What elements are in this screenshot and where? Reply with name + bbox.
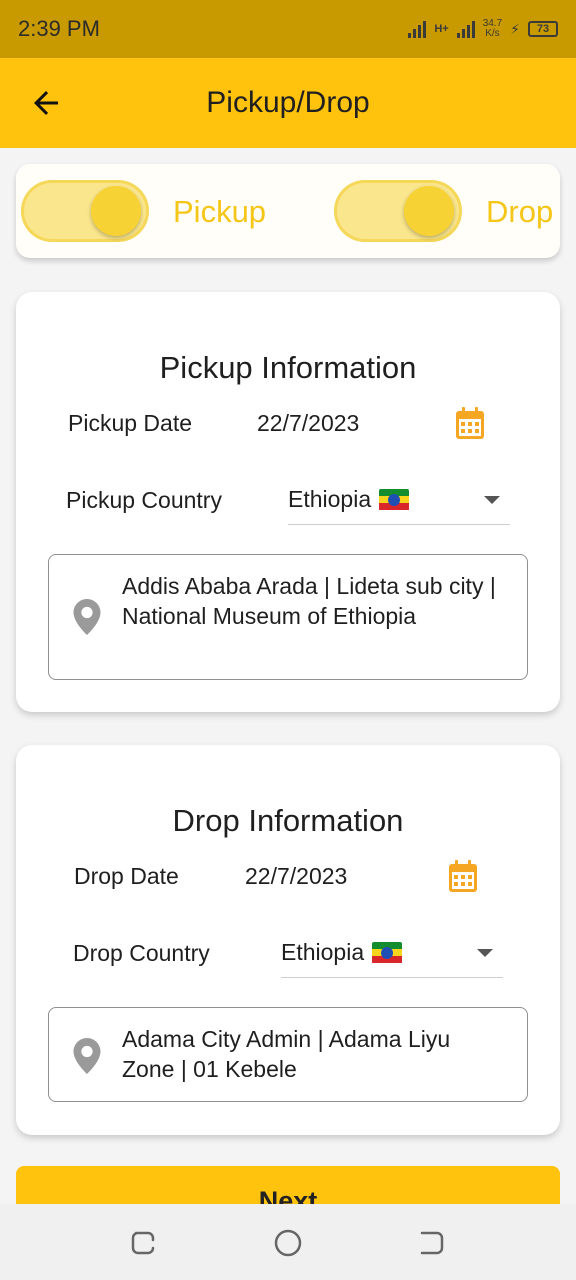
net-speed: 34.7 K/s	[483, 19, 502, 39]
pickup-toggle[interactable]	[21, 180, 149, 242]
pickup-toggle-label: Pickup	[173, 194, 267, 229]
pickup-toggle-knob	[91, 186, 141, 236]
pickup-address-field[interactable]: Addis Ababa Arada | Lideta sub city | Na…	[48, 554, 528, 680]
battery-icon: 73	[528, 21, 558, 37]
toggle-card: Pickup Drop	[16, 164, 560, 258]
status-time: 2:39 PM	[18, 16, 100, 41]
page-title: Pickup/Drop	[206, 86, 370, 119]
drop-date-value[interactable]: 22/7/2023	[245, 863, 347, 890]
app-bar: Pickup/Drop	[0, 58, 576, 148]
ethiopia-flag-icon	[372, 941, 403, 964]
pickup-address-text: Addis Ababa Arada | Lideta sub city | Na…	[122, 573, 496, 629]
calendar-icon[interactable]	[448, 859, 478, 893]
pickup-country-dropdown[interactable]: Ethiopia	[288, 475, 510, 525]
drop-info-card: Drop Information Drop Date 22/7/2023 Dro…	[16, 745, 560, 1135]
drop-country-label: Drop Country	[73, 940, 210, 966]
status-bar: 2:39 PM H+ 34.7 K/s ⚡ 73	[0, 0, 576, 58]
network-type: H+	[434, 23, 449, 35]
location-pin-icon	[73, 1038, 101, 1074]
system-nav-bar	[0, 1204, 576, 1280]
battery-level: 73	[536, 23, 550, 35]
pickup-date-label: Pickup Date	[68, 410, 193, 436]
ethiopia-flag-icon	[379, 488, 410, 511]
drop-date-label: Drop Date	[74, 863, 179, 889]
drop-country-value: Ethiopia	[281, 939, 365, 965]
location-pin-icon	[73, 599, 101, 635]
drop-toggle-label: Drop	[486, 194, 554, 229]
home-icon[interactable]	[273, 1228, 303, 1258]
status-icons: H+ 34.7 K/s ⚡ 73	[408, 19, 558, 39]
arrow-left-icon[interactable]	[28, 85, 64, 121]
pickup-info-card: Pickup Information Pickup Date 22/7/2023…	[16, 292, 560, 712]
charging-icon: ⚡	[510, 20, 520, 37]
net-speed-unit: K/s	[485, 28, 500, 39]
drop-country-dropdown[interactable]: Ethiopia	[281, 928, 503, 978]
chevron-down-icon	[477, 949, 493, 957]
chevron-down-icon	[484, 496, 500, 504]
recents-icon[interactable]	[128, 1228, 158, 1258]
pickup-date-value[interactable]: 22/7/2023	[257, 410, 359, 437]
calendar-icon[interactable]	[455, 406, 485, 440]
signal-icon	[408, 20, 427, 38]
pickup-heading: Pickup Information	[159, 350, 417, 385]
signal-icon-2	[456, 20, 475, 38]
pickup-country-value: Ethiopia	[288, 486, 372, 512]
drop-address-field[interactable]: Adama City Admin | Adama Liyu Zone | 01 …	[48, 1007, 528, 1102]
drop-heading: Drop Information	[172, 803, 404, 838]
drop-toggle[interactable]	[334, 180, 462, 242]
pickup-country-label: Pickup Country	[66, 487, 222, 513]
back-icon[interactable]	[417, 1228, 447, 1258]
drop-toggle-knob	[404, 186, 454, 236]
drop-address-text: Adama City Admin | Adama Liyu Zone | 01 …	[122, 1026, 451, 1082]
